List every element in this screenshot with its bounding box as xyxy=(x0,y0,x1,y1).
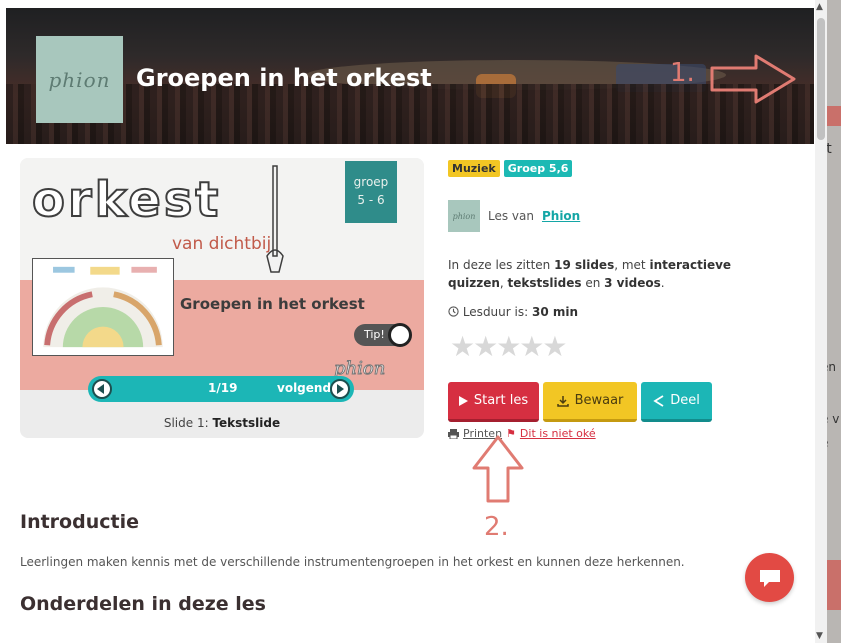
lesson-description: In deze les zitten 19 slides, met intera… xyxy=(448,256,788,292)
desc-text: en xyxy=(581,276,605,290)
printer-icon xyxy=(448,428,459,439)
duration-value: 30 min xyxy=(531,305,579,319)
desc-text: , met xyxy=(614,258,650,272)
download-icon xyxy=(556,395,569,407)
tip-icon xyxy=(388,323,412,347)
lesson-duration: Lesduur is: 30 min xyxy=(448,305,578,319)
introduction-heading: Introductie xyxy=(20,511,139,533)
annotation-label-2: 2. xyxy=(484,512,509,542)
chat-button[interactable] xyxy=(745,553,794,602)
top-strip xyxy=(0,0,815,8)
tag-muziek[interactable]: Muziek xyxy=(448,160,500,177)
orchestra-diagram-image xyxy=(32,258,174,356)
save-lesson-button[interactable]: Bewaar xyxy=(543,382,637,422)
chevron-right-icon[interactable] xyxy=(330,379,350,399)
rating-stars[interactable]: ★★★★★ xyxy=(450,330,568,363)
author-prefix: Les van xyxy=(488,209,534,223)
lesson-tags: Muziek Groep 5,6 xyxy=(448,160,573,177)
duration-label: Lesduur is: xyxy=(462,305,529,319)
desc-textslides: tekstslides xyxy=(507,276,582,290)
report-link[interactable]: Dit is niet oké xyxy=(520,427,596,440)
scroll-up-icon[interactable]: ▲ xyxy=(816,2,823,12)
author-link[interactable]: Phion xyxy=(542,209,580,223)
author-avatar: phion xyxy=(448,200,480,232)
slide-caption: Slide 1: Tekstslide xyxy=(20,416,424,430)
tag-groep[interactable]: Groep 5,6 xyxy=(503,160,573,177)
annotation-label-1: 1. xyxy=(670,58,695,88)
share-lesson-button[interactable]: Deel xyxy=(641,382,712,422)
banner-crowd xyxy=(6,84,814,144)
share-lesson-label: Deel xyxy=(670,393,700,408)
tip-badge[interactable]: Tip! xyxy=(354,323,412,347)
lesson-title: Groepen in het orkest xyxy=(136,64,432,92)
scroll-thumb[interactable] xyxy=(817,18,825,140)
share-icon xyxy=(653,394,664,407)
trumpet-icon xyxy=(266,165,284,273)
introduction-text: Leerlingen maken kennis met de verschill… xyxy=(20,555,685,569)
phion-logo-text: phion xyxy=(48,67,111,92)
save-lesson-label: Bewaar xyxy=(574,393,624,408)
slide-caption-type: Tekstslide xyxy=(212,416,281,430)
lesson-parts-heading: Onderdelen in deze les xyxy=(20,593,266,615)
desc-videos: 3 videos xyxy=(604,276,661,290)
clock-icon xyxy=(448,306,459,317)
slide-subtitle: van dichtbij xyxy=(172,234,272,254)
chevron-left-icon[interactable] xyxy=(92,379,112,399)
slide-heading: Groepen in het orkest xyxy=(180,295,365,313)
start-lesson-button[interactable]: Start les xyxy=(448,382,539,422)
desc-slides: 19 slides xyxy=(554,258,615,272)
play-icon xyxy=(458,395,468,406)
slide-navigation: 1/19 volgende xyxy=(88,376,354,402)
desc-text: . xyxy=(660,276,665,290)
groep-line-1: groep xyxy=(353,175,389,189)
desc-text: In deze les zitten xyxy=(448,258,555,272)
groep-line-2: 5 - 6 xyxy=(357,193,385,207)
phion-logo: phion xyxy=(36,36,123,123)
desc-text: , xyxy=(499,276,508,290)
chat-icon xyxy=(759,569,780,587)
lesson-author: phion Les van Phion xyxy=(448,200,580,232)
slide-groep-badge: groep 5 - 6 xyxy=(345,161,397,223)
annotation-arrow-right-icon xyxy=(710,54,796,104)
scroll-down-icon[interactable]: ▼ xyxy=(816,631,823,641)
slide-orkest-word: orkest xyxy=(31,171,222,229)
slide-preview: orkest van dichtbij groep 5 - 6 Groepen … xyxy=(20,158,424,438)
tip-label: Tip! xyxy=(364,328,385,341)
annotation-arrow-up-icon xyxy=(472,435,524,503)
slide-counter: 1/19 xyxy=(208,381,238,395)
slide-caption-prefix: Slide 1: xyxy=(163,416,209,430)
scrollbar[interactable]: ▲ ▼ xyxy=(815,0,827,643)
start-lesson-label: Start les xyxy=(473,393,529,408)
